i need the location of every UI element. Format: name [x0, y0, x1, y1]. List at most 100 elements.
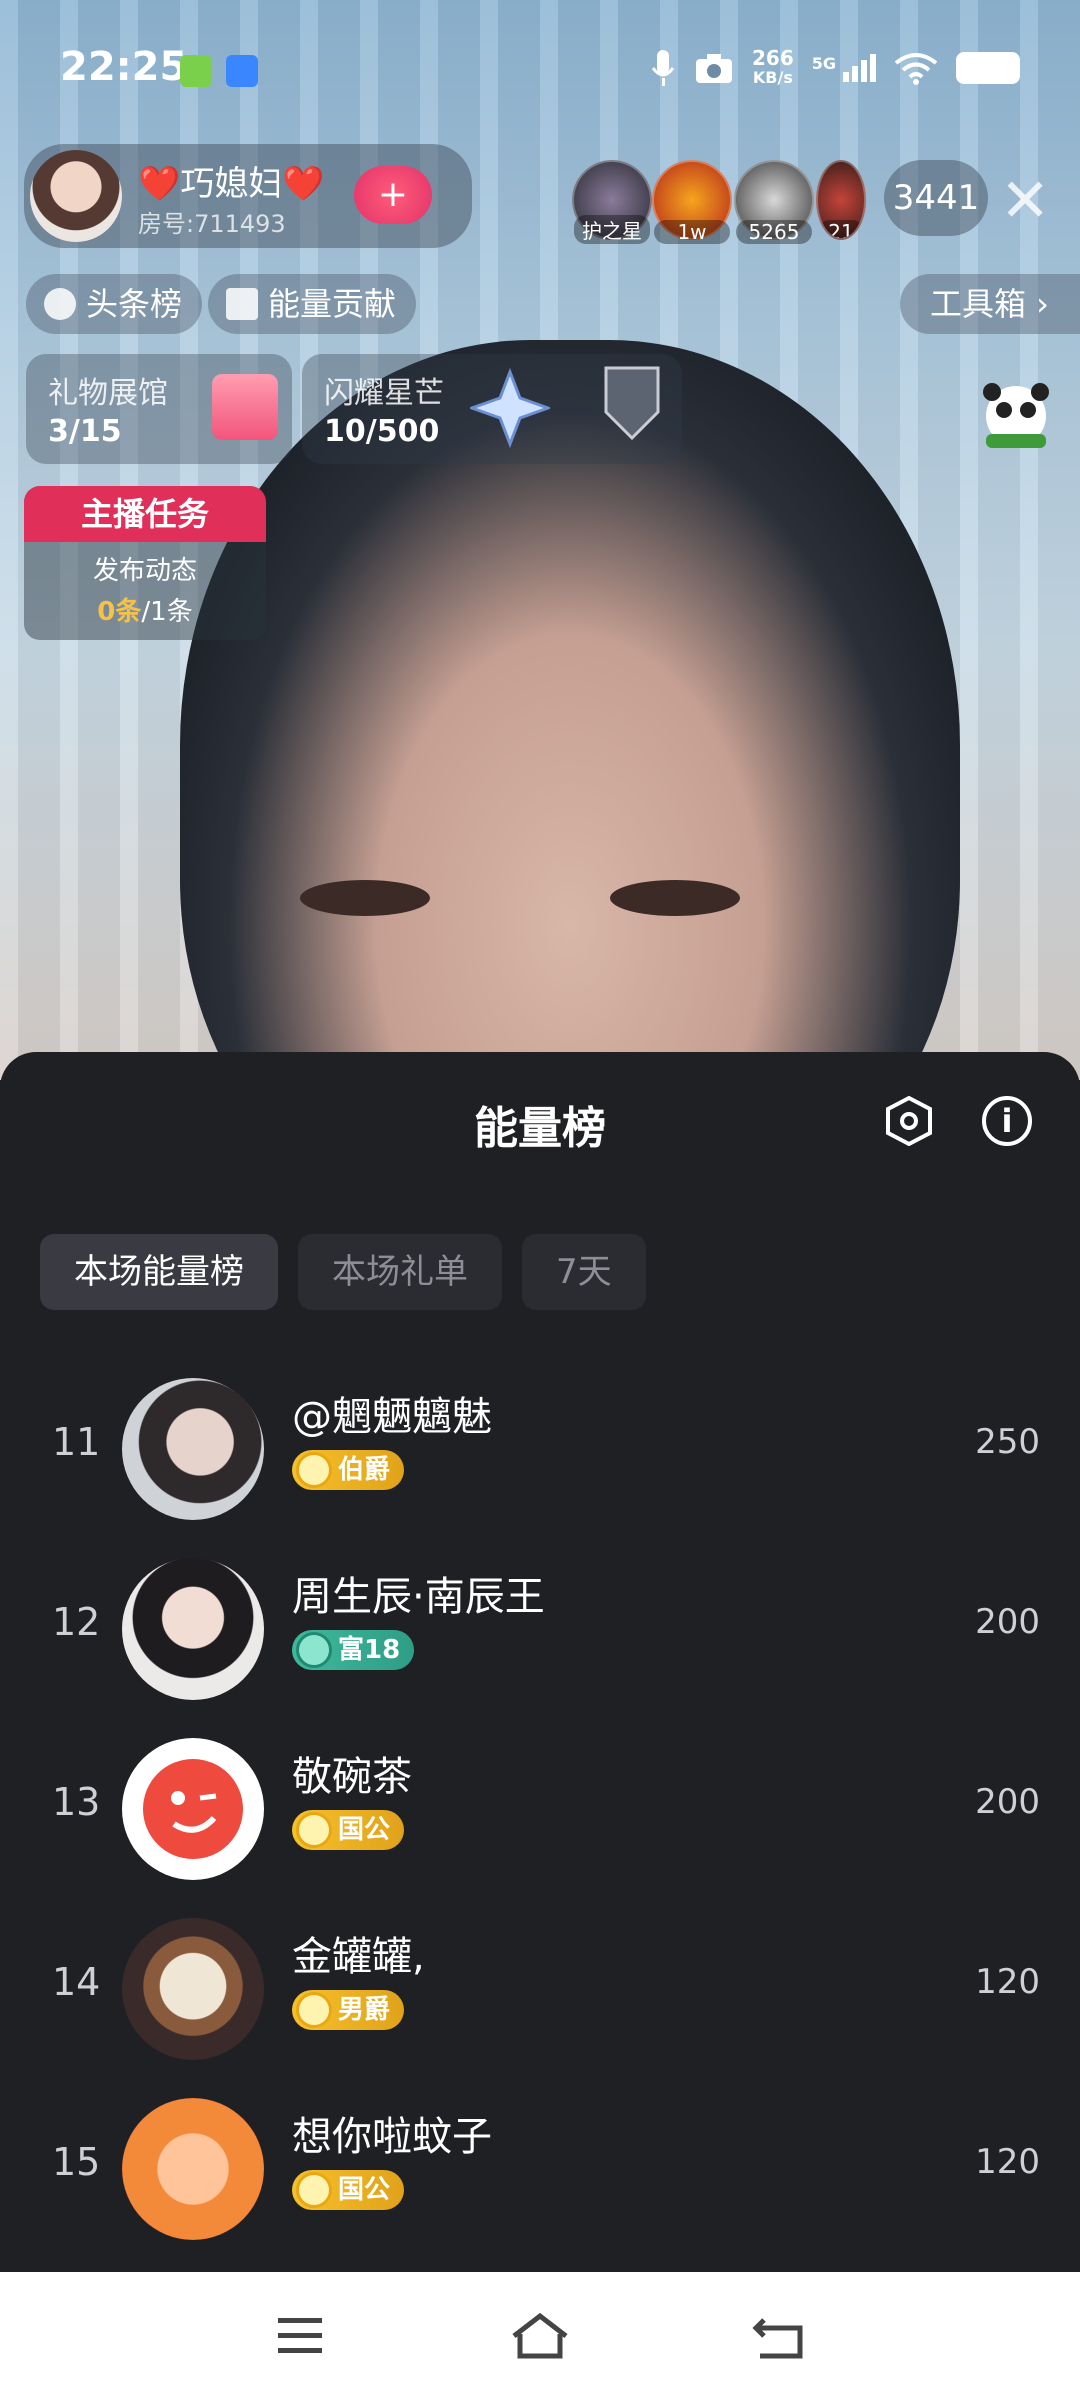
- ranking-tabs: 本场能量榜 本场礼单 7天: [40, 1234, 646, 1310]
- gift-hall-title: 礼物展馆: [48, 376, 168, 411]
- diamond-icon: [296, 1992, 332, 2028]
- room-number: 房号:711493: [138, 210, 286, 238]
- user-avatar[interactable]: [122, 2098, 264, 2240]
- net-speed-unit: KB/s: [752, 68, 793, 87]
- energy-score: 120: [975, 1962, 1040, 2002]
- tab-seven-days[interactable]: 7天: [522, 1234, 646, 1310]
- viewer-label: 21: [818, 220, 864, 238]
- headlines-chip[interactable]: 头条榜: [26, 274, 203, 334]
- gift-hall-card[interactable]: 礼物展馆 3/15: [26, 354, 292, 464]
- rank-badge: 富18: [292, 1630, 415, 1670]
- tab-current-gifts[interactable]: 本场礼单: [298, 1234, 502, 1310]
- rank-badge: 国公: [292, 2170, 405, 2210]
- energy-contribution-chip[interactable]: 能量贡献: [208, 274, 417, 334]
- left-eye: [300, 880, 430, 916]
- task-progress-total: /1条: [141, 597, 193, 627]
- flame-icon: [44, 288, 76, 320]
- user-name: 想你啦蚊子: [292, 2114, 492, 2160]
- ranking-row[interactable]: 11 @魍魉魑魅 伯爵 250: [0, 1358, 1080, 1538]
- badge-label: 富18: [338, 1635, 401, 1665]
- viewer-avatar-1[interactable]: 护之星: [572, 160, 652, 244]
- viewer-label: 1w: [654, 220, 730, 244]
- ranking-row[interactable]: 13 敬碗茶 国公 200: [0, 1718, 1080, 1898]
- shield-badge-icon: [604, 366, 660, 441]
- rank-number: 11: [52, 1420, 101, 1464]
- user-avatar[interactable]: [122, 1738, 264, 1880]
- shine-star-title: 闪耀星芒: [324, 376, 444, 411]
- status-bar: 22:25 266 KB/s 5G: [0, 0, 1080, 140]
- viewer-avatar-4[interactable]: 21: [816, 160, 866, 240]
- camera-icon: [695, 54, 732, 83]
- user-name: 周生辰·南辰王: [292, 1574, 545, 1620]
- badge-label: 男爵: [338, 1995, 391, 2025]
- ranking-row[interactable]: 14 金罐罐, 男爵 120: [0, 1898, 1080, 2078]
- ranking-row[interactable]: 15 想你啦蚊子 国公 120: [0, 2078, 1080, 2258]
- task-subtitle: 发布动态: [92, 556, 197, 586]
- task-title: 主播任务: [24, 486, 266, 542]
- rank-badge: 伯爵: [292, 1450, 405, 1490]
- shine-star-value: 10/500: [324, 414, 440, 449]
- network-type: 5G: [811, 54, 836, 73]
- clock: 22:25: [60, 44, 188, 90]
- rank-number: 13: [52, 1780, 101, 1824]
- tab-current-energy[interactable]: 本场能量榜: [40, 1234, 278, 1310]
- panda-icon[interactable]: [976, 376, 1056, 456]
- host-info[interactable]: ❤️巧媳妇❤️ 房号:711493 +: [24, 144, 472, 248]
- gift-box-icon: [212, 374, 278, 440]
- close-icon[interactable]: ✕: [1000, 166, 1050, 236]
- user-avatar[interactable]: [122, 1558, 264, 1700]
- host-avatar[interactable]: [30, 150, 122, 242]
- ranking-row[interactable]: 12 周生辰·南辰王 富18 200: [0, 1538, 1080, 1718]
- viewer-avatar-3[interactable]: 5265: [734, 160, 814, 244]
- streamer-task-card[interactable]: 主播任务 发布动态 0条/1条: [24, 486, 266, 640]
- screen-cast-icon: [226, 55, 258, 87]
- badge-label: 国公: [338, 1815, 391, 1845]
- host-name: ❤️巧媳妇❤️: [138, 164, 325, 204]
- rank-number: 14: [52, 1960, 101, 2004]
- notification-icon: [180, 55, 212, 87]
- follow-button[interactable]: +: [354, 166, 432, 224]
- diamond-icon: [296, 2172, 332, 2208]
- viewer-count[interactable]: 3441: [884, 160, 988, 236]
- viewer-label: 5265: [736, 220, 812, 244]
- back-icon[interactable]: [750, 2312, 810, 2360]
- viewer-label: 护之星: [574, 215, 650, 244]
- settings-hex-icon[interactable]: [884, 1096, 934, 1146]
- user-name: @魍魉魑魅: [292, 1394, 492, 1440]
- triangle-gem-icon: [296, 1632, 332, 1668]
- info-icon[interactable]: i: [982, 1096, 1032, 1146]
- diamond-icon: [296, 1452, 332, 1488]
- energy-score: 120: [975, 2142, 1040, 2182]
- system-nav-bar: [0, 2272, 1080, 2400]
- battery-icon: [956, 52, 1020, 84]
- mic-icon: [651, 50, 675, 86]
- net-speed: 266 KB/s: [752, 48, 794, 88]
- rank-badge: 男爵: [292, 1990, 405, 2030]
- user-avatar[interactable]: [122, 1918, 264, 2060]
- viewer-avatar-2[interactable]: 1w: [652, 160, 732, 244]
- energy-contribution-label: 能量贡献: [268, 285, 397, 323]
- headlines-label: 头条榜: [86, 285, 183, 323]
- wink-face-icon: [143, 1759, 243, 1859]
- home-icon[interactable]: [510, 2312, 570, 2360]
- task-progress-done: 0条: [97, 597, 142, 627]
- rank-badge: 国公: [292, 1810, 405, 1850]
- rank-number: 12: [52, 1600, 101, 1644]
- user-name: 敬碗茶: [292, 1754, 412, 1800]
- status-right: 266 KB/s 5G: [650, 48, 1020, 88]
- wifi-icon: [894, 53, 938, 85]
- task-progress: 0条/1条: [24, 591, 266, 628]
- diamond-icon: [296, 1812, 332, 1848]
- right-eye: [610, 880, 740, 916]
- badge-label: 国公: [338, 2175, 391, 2205]
- menu-icon[interactable]: [270, 2312, 330, 2360]
- user-avatar[interactable]: [122, 1378, 264, 1520]
- net-speed-value: 266: [751, 46, 794, 70]
- energy-score: 200: [975, 1782, 1040, 1822]
- energy-score: 250: [975, 1422, 1040, 1462]
- star-badge-icon: [470, 368, 550, 448]
- energy-score: 200: [975, 1602, 1040, 1642]
- badge-label: 伯爵: [338, 1455, 391, 1485]
- energy-ranking-panel: 能量榜 i 本场能量榜 本场礼单 7天 11 @魍魉魑魅 伯爵 250 12 周…: [0, 1052, 1080, 2272]
- toolbox-button[interactable]: 工具箱 ›: [900, 274, 1080, 334]
